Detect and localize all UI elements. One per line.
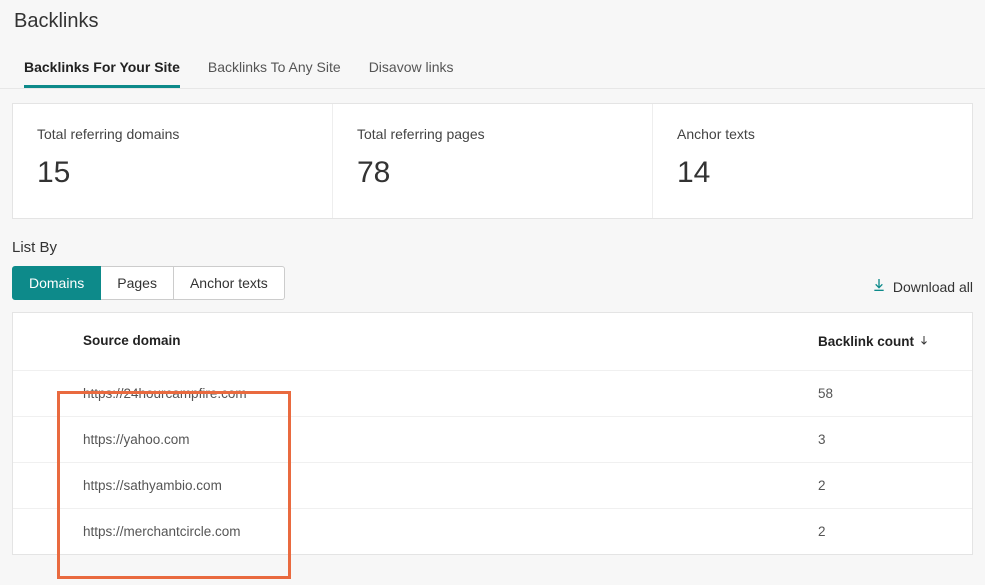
sort-desc-icon: [918, 333, 930, 350]
cell-count: 3: [818, 432, 948, 447]
page-title: Backlinks: [0, 0, 985, 47]
cell-count: 58: [818, 386, 948, 401]
download-label: Download all: [893, 279, 973, 295]
table-row[interactable]: https://merchantcircle.com 2: [13, 508, 972, 554]
listby-label: List By: [12, 239, 285, 256]
stat-value: 78: [357, 156, 628, 190]
stat-label: Anchor texts: [677, 126, 948, 142]
stat-referring-domains: Total referring domains 15: [13, 104, 333, 218]
tab-disavow-links[interactable]: Disavow links: [369, 47, 454, 88]
listby-domains[interactable]: Domains: [12, 266, 101, 300]
stat-anchor-texts: Anchor texts 14: [653, 104, 972, 218]
download-all-button[interactable]: Download all: [871, 273, 973, 300]
stats-row: Total referring domains 15 Total referri…: [12, 103, 973, 219]
stat-label: Total referring pages: [357, 126, 628, 142]
col-header-count-label: Backlink count: [818, 334, 914, 349]
cell-source: https://merchantcircle.com: [83, 524, 818, 539]
cell-source: https://sathyambio.com: [83, 478, 818, 493]
stat-label: Total referring domains: [37, 126, 308, 142]
tab-backlinks-any-site[interactable]: Backlinks To Any Site: [208, 47, 341, 88]
stat-referring-pages: Total referring pages 78: [333, 104, 653, 218]
cell-source: https://24hourcampfire.com: [83, 386, 818, 401]
col-header-count[interactable]: Backlink count: [818, 333, 948, 350]
cell-count: 2: [818, 478, 948, 493]
download-icon: [871, 277, 887, 296]
backlinks-table: Source domain Backlink count https://24h…: [12, 312, 973, 555]
stat-value: 15: [37, 156, 308, 190]
table-row[interactable]: https://yahoo.com 3: [13, 416, 972, 462]
listby-anchor-texts[interactable]: Anchor texts: [174, 266, 285, 300]
tabs: Backlinks For Your Site Backlinks To Any…: [0, 47, 985, 89]
col-header-source[interactable]: Source domain: [83, 333, 818, 350]
table-row[interactable]: https://24hourcampfire.com 58: [13, 370, 972, 416]
listby-toggle: Domains Pages Anchor texts: [12, 266, 285, 300]
stat-value: 14: [677, 156, 948, 190]
listby-pages[interactable]: Pages: [101, 266, 174, 300]
table-row[interactable]: https://sathyambio.com 2: [13, 462, 972, 508]
cell-count: 2: [818, 524, 948, 539]
cell-source: https://yahoo.com: [83, 432, 818, 447]
tab-backlinks-your-site[interactable]: Backlinks For Your Site: [24, 47, 180, 88]
